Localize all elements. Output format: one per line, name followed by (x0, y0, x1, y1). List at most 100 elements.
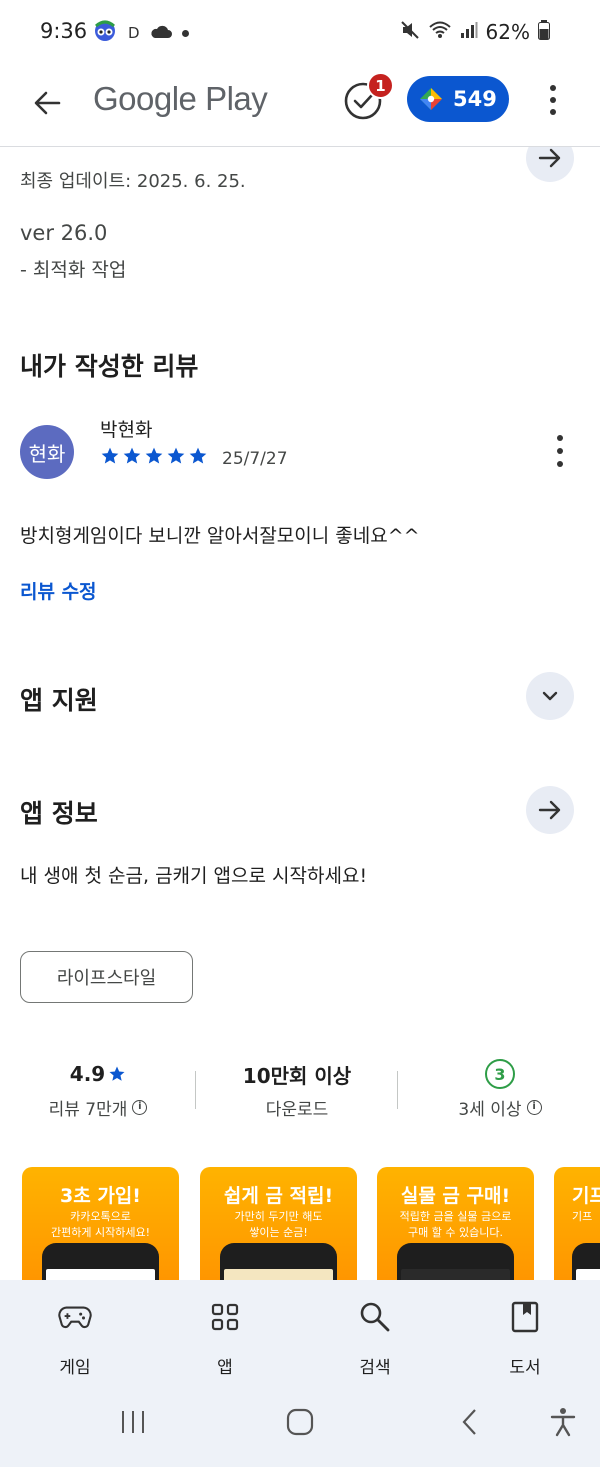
system-navigation-bar (0, 1378, 600, 1467)
whats-new-heading-cut (20, 147, 190, 155)
screenshot-subtitle: 기프 (572, 1210, 593, 1223)
app-notification-icon (92, 20, 118, 46)
rating-label: 리뷰 7만개 (48, 1100, 128, 1120)
arrow-right-icon (538, 148, 561, 168)
status-time: 9:36 (40, 19, 88, 43)
star-icon (109, 1066, 125, 1081)
back-button[interactable] (26, 82, 68, 124)
phone-screen (224, 1269, 333, 1280)
chevron-left-icon (462, 1409, 476, 1435)
status-bar: 9:36 D 62% (0, 0, 600, 66)
age-value-row: 3 (410, 1059, 590, 1089)
review-date: 25/7/27 (222, 449, 288, 469)
star-rating (100, 446, 208, 466)
overflow-menu-button[interactable] (540, 80, 566, 120)
status-right-icons: 62% (400, 20, 550, 44)
downloads-stat: 10만회 이상 다운로드 (207, 1059, 387, 1121)
play-points-button[interactable]: 549 (407, 76, 509, 122)
app-info-heading[interactable]: 앱 정보 (20, 794, 98, 830)
category-chip[interactable]: 라이프스타일 (20, 951, 193, 1003)
home-icon (286, 1408, 314, 1436)
signal-icon (460, 21, 478, 43)
nav-apps[interactable]: 앱 (165, 1280, 285, 1378)
age-label-row: 3세 이상 i (410, 1095, 590, 1120)
screenshot-subtitle: 적립한 금을 실물 금으로 구매 할 수 있습니다. (399, 1210, 512, 1239)
phone-screen (576, 1269, 600, 1280)
home-button[interactable] (280, 1404, 320, 1440)
app-support-heading[interactable]: 앱 지원 (20, 681, 98, 717)
bottom-navigation: 게임 앱 검색 도서 (0, 1280, 600, 1378)
star-icon (167, 447, 185, 464)
last-updated: 최종 업데이트: 2025. 6. 25. (20, 171, 246, 192)
star-icon (123, 447, 141, 464)
app-description: 내 생애 첫 순금, 금캐기 앱으로 시작하세요! (20, 865, 368, 887)
downloads-value: 10만회 이상 (242, 1063, 352, 1088)
chevron-down-icon (542, 691, 558, 701)
cloud-icon (150, 24, 172, 43)
phone-mockup (397, 1243, 514, 1280)
nav-search[interactable]: 검색 (315, 1280, 435, 1378)
star-icon (145, 447, 163, 464)
app-info-arrow-button[interactable] (526, 786, 574, 834)
apps-grid-icon (208, 1300, 242, 1334)
battery-percent: 62% (485, 20, 530, 44)
phone-mockup (572, 1243, 600, 1280)
rating-value: 4.9 (69, 1062, 106, 1086)
dot (557, 435, 563, 441)
back-nav-button[interactable] (450, 1404, 490, 1440)
app-bar: Google Play 1 549 (0, 66, 600, 146)
screenshot-title: 3초 가입! (60, 1185, 141, 1207)
review-more-button[interactable] (550, 435, 570, 467)
book-icon (508, 1300, 542, 1334)
dot (557, 461, 563, 467)
dot (550, 109, 556, 115)
age-rating-badge: 3 (485, 1059, 515, 1089)
rating-stat[interactable]: 4.9 리뷰 7만개 i (8, 1059, 188, 1120)
my-review-heading: 내가 작성한 리뷰 (20, 352, 199, 381)
app-support-expand-button[interactable] (526, 672, 574, 720)
downloads-label: 다운로드 (265, 1100, 329, 1120)
phone-screen (401, 1269, 510, 1280)
screenshot-card[interactable]: 3초 가입! 카카오톡으로 간편하게 시작하세요! (22, 1167, 179, 1280)
dot (550, 97, 556, 103)
info-icon: i (132, 1100, 148, 1115)
screenshot-title: 쉽게 금 적립! (223, 1185, 334, 1207)
screenshot-subtitle: 가만히 두기만 해도 쌓이는 순금! (234, 1210, 323, 1239)
search-icon (358, 1300, 392, 1334)
rating-value-row: 4.9 (8, 1059, 188, 1089)
stat-divider (195, 1071, 196, 1109)
dot (557, 448, 563, 454)
phone-mockup (42, 1243, 159, 1280)
age-rating-stat[interactable]: 3 3세 이상 i (410, 1059, 590, 1120)
nav-books[interactable]: 도서 (465, 1280, 585, 1378)
google-play-title: Google Play (93, 80, 268, 117)
whats-new-arrow-button[interactable] (526, 147, 574, 182)
version-text: ver 26.0 (20, 221, 108, 245)
nav-label: 검색 (359, 1358, 391, 1378)
wifi-icon (428, 20, 452, 44)
screenshot-card[interactable]: 실물 금 구매! 적립한 금을 실물 금으로 구매 할 수 있습니다. (377, 1167, 534, 1280)
screenshot-card[interactable]: 쉽게 금 적립! 가만히 두기만 해도 쌓이는 순금! (200, 1167, 357, 1280)
notification-badge: 1 (367, 72, 394, 99)
phone-screen (46, 1269, 155, 1280)
screenshot-card[interactable]: 기프 기프 (554, 1167, 600, 1280)
review-text: 방치형게임이다 보니깐 알아서잘모이니 좋네요^^ (20, 525, 420, 547)
rating-label-row: 리뷰 7만개 i (8, 1095, 188, 1120)
gamepad-icon (58, 1300, 92, 1334)
nav-games[interactable]: 게임 (15, 1280, 135, 1378)
battery-icon (538, 20, 550, 44)
accessibility-button[interactable] (543, 1404, 583, 1440)
nav-label: 게임 (59, 1358, 91, 1378)
edit-review-link[interactable]: 리뷰 수정 (20, 577, 97, 604)
scroll-content[interactable]: 최종 업데이트: 2025. 6. 25. ver 26.0 - 최적화 작업 … (0, 147, 600, 1280)
accessibility-icon (550, 1408, 576, 1437)
recent-apps-button[interactable] (113, 1404, 153, 1440)
star-icon (101, 447, 119, 464)
play-points-icon (420, 88, 442, 110)
status-indicator-letter: D (128, 24, 140, 42)
mute-icon (400, 20, 420, 44)
phone-mockup (220, 1243, 337, 1280)
info-icon: i (526, 1100, 542, 1115)
star-icon (189, 447, 207, 464)
status-left-icons: D (92, 20, 189, 46)
